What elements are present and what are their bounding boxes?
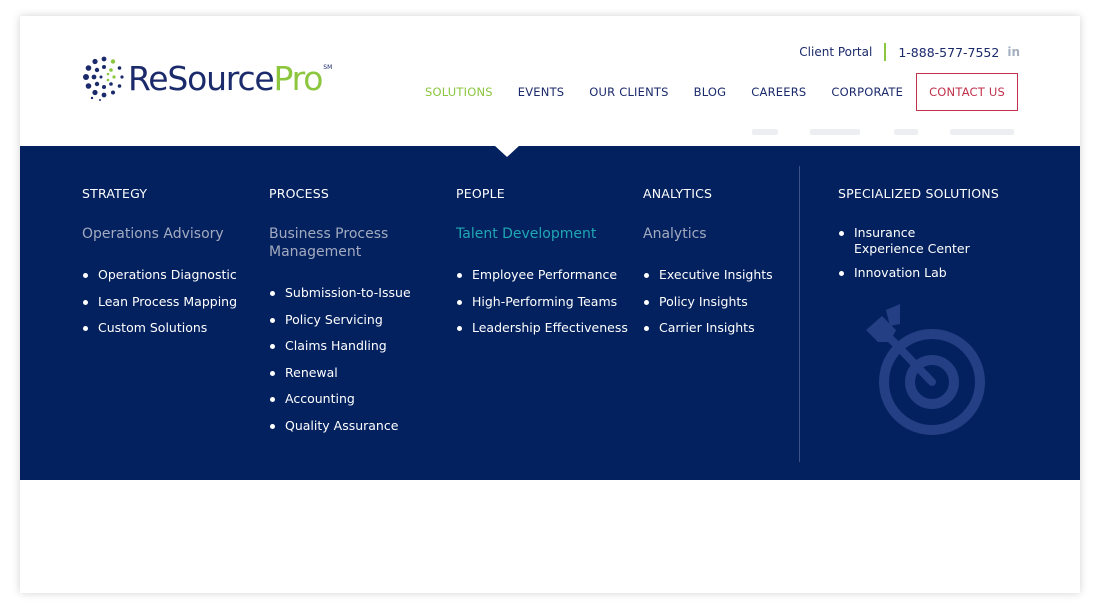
menu-link[interactable]: Renewal	[269, 365, 411, 381]
solutions-mega-menu: STRATEGY Operations Advisory Operations …	[20, 145, 1080, 480]
menu-link[interactable]: Executive Insights	[643, 267, 773, 283]
column-subtitle[interactable]: Operations Advisory	[82, 225, 224, 243]
menu-link[interactable]: Innovation Lab	[838, 265, 988, 281]
menu-link[interactable]: Submission-to-Issue	[269, 285, 411, 301]
menu-divider	[799, 166, 800, 462]
target-arrow-icon	[866, 304, 985, 435]
menu-caret	[494, 145, 520, 157]
logo-text-resource: ReSource	[128, 58, 275, 98]
column-title: STRATEGY	[82, 186, 148, 201]
contact-us-button[interactable]: CONTACT US	[916, 73, 1018, 111]
column-link-list: Executive Insights Policy Insights Carri…	[643, 267, 773, 347]
menu-link[interactable]: Quality Assurance	[269, 418, 411, 434]
client-portal-link[interactable]: Client Portal	[799, 45, 872, 59]
menu-link[interactable]: Lean Process Mapping	[82, 294, 237, 310]
column-link-list: Employee Performance High-Performing Tea…	[456, 267, 628, 347]
menu-link[interactable]: Custom Solutions	[82, 320, 237, 336]
column-subtitle[interactable]: Talent Development	[456, 225, 596, 243]
menu-link[interactable]: Carrier Insights	[643, 320, 773, 336]
ghost-bar	[894, 129, 918, 135]
phone-number[interactable]: 1-888-577-7552	[898, 45, 999, 60]
main-nav: SOLUTIONS EVENTS OUR CLIENTS BLOG CAREER…	[400, 73, 1018, 111]
column-title: SPECIALIZED SOLUTIONS	[838, 186, 999, 201]
column-link-list: Operations Diagnostic Lean Process Mappi…	[82, 267, 237, 347]
utility-divider	[884, 43, 887, 61]
nav-item-solutions[interactable]: SOLUTIONS	[425, 85, 493, 99]
subtitle-line: Business Process	[269, 226, 389, 242]
column-title: PROCESS	[269, 186, 329, 201]
ghost-bar	[810, 129, 860, 135]
menu-link[interactable]: Leadership Effectiveness	[456, 320, 628, 336]
logo-service-mark: SM	[323, 63, 333, 71]
menu-link[interactable]: Employee Performance	[456, 267, 628, 283]
resourcepro-logo[interactable]: ReSource Pro SM	[82, 54, 332, 102]
column-link-list: Insurance Experience Center Innovation L…	[838, 225, 988, 289]
column-title: ANALYTICS	[643, 186, 713, 201]
ghost-bar	[950, 129, 1014, 135]
column-subtitle[interactable]: Business Process Management	[269, 225, 388, 261]
logo-wordmark: ReSource Pro SM	[128, 62, 332, 95]
column-title: PEOPLE	[456, 186, 505, 201]
menu-link[interactable]: Policy Insights	[643, 294, 773, 310]
logo-text-pro: Pro	[273, 58, 324, 98]
menu-link[interactable]: Insurance Experience Center	[838, 225, 988, 257]
column-link-list: Submission-to-Issue Policy Servicing Cla…	[269, 285, 411, 444]
nav-item-events[interactable]: EVENTS	[518, 85, 565, 99]
linkedin-icon[interactable]: in	[1007, 45, 1020, 59]
page-card: ReSource Pro SM Client Portal 1-888-577-75…	[20, 16, 1080, 593]
nav-item-blog[interactable]: BLOG	[694, 85, 727, 99]
dotted-circle-logo-icon	[83, 56, 124, 101]
nav-item-our-clients[interactable]: OUR CLIENTS	[589, 85, 668, 99]
nav-item-corporate[interactable]: CORPORATE	[831, 85, 903, 99]
menu-link[interactable]: Policy Servicing	[269, 312, 411, 328]
menu-link[interactable]: Accounting	[269, 391, 411, 407]
nav-item-careers[interactable]: CAREERS	[751, 85, 806, 99]
subtitle-line: Management	[269, 244, 362, 260]
column-subtitle[interactable]: Analytics	[643, 225, 707, 243]
menu-link[interactable]: Operations Diagnostic	[82, 267, 237, 283]
menu-link[interactable]: High-Performing Teams	[456, 294, 628, 310]
utility-bar: Client Portal 1-888-577-7552 in	[799, 42, 1020, 62]
menu-link[interactable]: Claims Handling	[269, 338, 411, 354]
ghost-bar	[752, 129, 778, 135]
